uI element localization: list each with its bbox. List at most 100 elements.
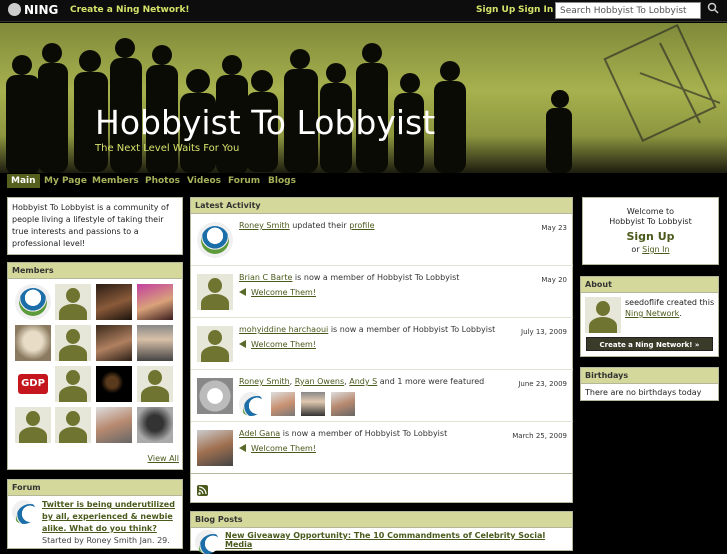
member-avatar[interactable] <box>137 284 173 320</box>
ning-logo-icon <box>8 3 21 16</box>
ning-network-link[interactable]: Ning Network <box>625 309 679 318</box>
activity-user-link[interactable]: Roney Smith <box>239 377 290 386</box>
gdp-logo: GDP <box>18 374 48 394</box>
ning-logo-text: NING <box>24 3 59 17</box>
welcome-them-link[interactable]: Welcome Them! <box>239 444 316 453</box>
activity-avatar[interactable] <box>197 274 233 310</box>
member-avatar[interactable] <box>15 325 51 361</box>
member-avatar[interactable] <box>137 366 173 402</box>
site-description-box: Hobbyist To Lobbyist is a community of p… <box>7 197 183 255</box>
birthdays-box: Birthdays There are no birthdays today <box>580 367 719 401</box>
blog-post-link[interactable]: New Giveaway Opportunity: The 10 Command… <box>225 531 572 549</box>
activity-date: July 13, 2009 <box>521 328 567 336</box>
ning-logo[interactable]: NING <box>8 3 58 17</box>
site-title[interactable]: Hobbyist To Lobbyist <box>95 103 435 142</box>
member-avatar[interactable]: GDP <box>15 366 51 402</box>
welcome-sign-in-link[interactable]: Sign In <box>642 245 669 254</box>
activity-user-link[interactable]: Roney Smith <box>239 221 290 230</box>
featured-member-avatar[interactable] <box>331 392 355 416</box>
search-icon <box>707 2 719 14</box>
activity-user-link[interactable]: mohyiddine harchaoui <box>239 325 328 334</box>
nav-members[interactable]: Members <box>92 176 139 186</box>
activity-date: March 25, 2009 <box>512 432 567 440</box>
member-avatar[interactable] <box>55 325 91 361</box>
members-heading: Members <box>8 263 182 279</box>
profile-link[interactable]: profile <box>349 221 374 230</box>
activity-avatar[interactable] <box>197 326 233 362</box>
site-tagline: The Next Level Waits For You <box>95 143 240 154</box>
featured-member-avatar[interactable] <box>239 392 263 416</box>
nav-videos[interactable]: Videos <box>187 176 221 186</box>
birthdays-heading: Birthdays <box>581 368 718 384</box>
activity-avatar[interactable] <box>197 222 233 258</box>
forum-topic-link[interactable]: Twitter is being underutilized by all, e… <box>42 499 180 535</box>
activity-date: May 20 <box>541 276 567 284</box>
activity-user-link[interactable]: Andy S <box>349 377 377 386</box>
nav-my-page[interactable]: My Page <box>44 176 87 186</box>
member-avatar[interactable] <box>96 325 132 361</box>
about-period: . <box>679 309 682 318</box>
create-ning-network-button[interactable]: Create a Ning Network! » <box>586 337 713 351</box>
blog-posts-heading: Blog Posts <box>191 512 572 528</box>
site-description: Hobbyist To Lobbyist is a community of p… <box>12 203 169 248</box>
sign-up-link[interactable]: Sign Up <box>476 5 515 15</box>
rss-feed-icon[interactable] <box>197 485 208 496</box>
activity-avatar[interactable] <box>197 430 233 466</box>
search-button[interactable] <box>703 2 723 19</box>
create-network-link[interactable]: Create a Ning Network! <box>70 5 190 15</box>
sign-in-link[interactable]: Sign In <box>518 5 553 15</box>
main-navigation: Main My Page Members Photos Videos Forum… <box>0 173 727 193</box>
activity-text: is now a member of Hobbyist To Lobbyist <box>280 429 448 438</box>
activity-text: is now a member of Hobbyist To Lobbyist <box>328 325 496 334</box>
activity-user-link[interactable]: Adel Gana <box>239 429 280 438</box>
activity-text: updated their <box>289 221 350 230</box>
featured-member-avatar[interactable] <box>271 392 295 416</box>
activity-text: and 1 more were featured <box>377 377 485 386</box>
welcome-them-label: Welcome Them! <box>251 340 317 349</box>
creator-name: seedoflife <box>625 298 664 307</box>
activity-item: mohyiddine harchaoui is now a member of … <box>191 318 573 370</box>
nav-forum[interactable]: Forum <box>228 176 260 186</box>
blog-author-avatar[interactable] <box>195 530 219 554</box>
welcome-them-label: Welcome Them! <box>251 288 317 297</box>
welcome-box: Welcome to Hobbyist To Lobbyist Sign Up … <box>582 197 719 265</box>
forum-author-avatar[interactable] <box>12 500 36 524</box>
view-all-members-link[interactable]: View All <box>148 454 179 463</box>
member-avatar[interactable] <box>55 366 91 402</box>
creator-avatar[interactable] <box>585 297 621 333</box>
forum-box: Forum Twitter is being underutilized by … <box>7 479 183 549</box>
welcome-them-link[interactable]: Welcome Them! <box>239 288 316 297</box>
ning-top-bar: NING Create a Ning Network! Sign Up Sign… <box>0 0 727 22</box>
about-box: About seedoflife created this Ning Netwo… <box>580 276 719 357</box>
nav-main[interactable]: Main <box>7 174 40 188</box>
member-avatar[interactable] <box>15 407 51 443</box>
blog-posts-box: Blog Posts New Giveaway Opportunity: The… <box>190 511 573 554</box>
nav-photos[interactable]: Photos <box>145 176 180 186</box>
welcome-sign-up-link[interactable]: Sign Up <box>583 230 718 243</box>
member-avatar[interactable] <box>96 366 132 402</box>
search-input[interactable] <box>555 2 701 19</box>
member-avatar[interactable] <box>96 407 132 443</box>
activity-date: May 23 <box>541 224 567 232</box>
site-banner: Hobbyist To Lobbyist The Next Level Wait… <box>0 23 727 173</box>
megaphone-icon <box>239 288 246 296</box>
activity-item: Roney Smith updated their profile May 23 <box>191 214 573 266</box>
member-avatar[interactable] <box>96 284 132 320</box>
member-avatar[interactable] <box>137 407 173 443</box>
welcome-line-1: Welcome to <box>626 207 675 216</box>
member-avatar[interactable] <box>55 407 91 443</box>
forum-heading: Forum <box>8 480 182 496</box>
activity-user-link[interactable]: Brian C Barte <box>239 273 292 282</box>
created-text: created this <box>663 298 715 307</box>
activity-item: Roney Smith, Ryan Owens, Andy S and 1 mo… <box>191 370 573 422</box>
members-box: Members GDP View All <box>7 262 183 470</box>
rss-icon <box>198 486 207 495</box>
featured-member-avatar[interactable] <box>301 392 325 416</box>
member-avatar[interactable] <box>55 284 91 320</box>
member-avatar[interactable] <box>137 325 173 361</box>
member-avatar[interactable] <box>15 284 51 320</box>
welcome-them-link[interactable]: Welcome Them! <box>239 340 316 349</box>
featured-icon <box>197 378 233 414</box>
activity-user-link[interactable]: Ryan Owens <box>295 377 344 386</box>
nav-blogs[interactable]: Blogs <box>268 176 296 186</box>
